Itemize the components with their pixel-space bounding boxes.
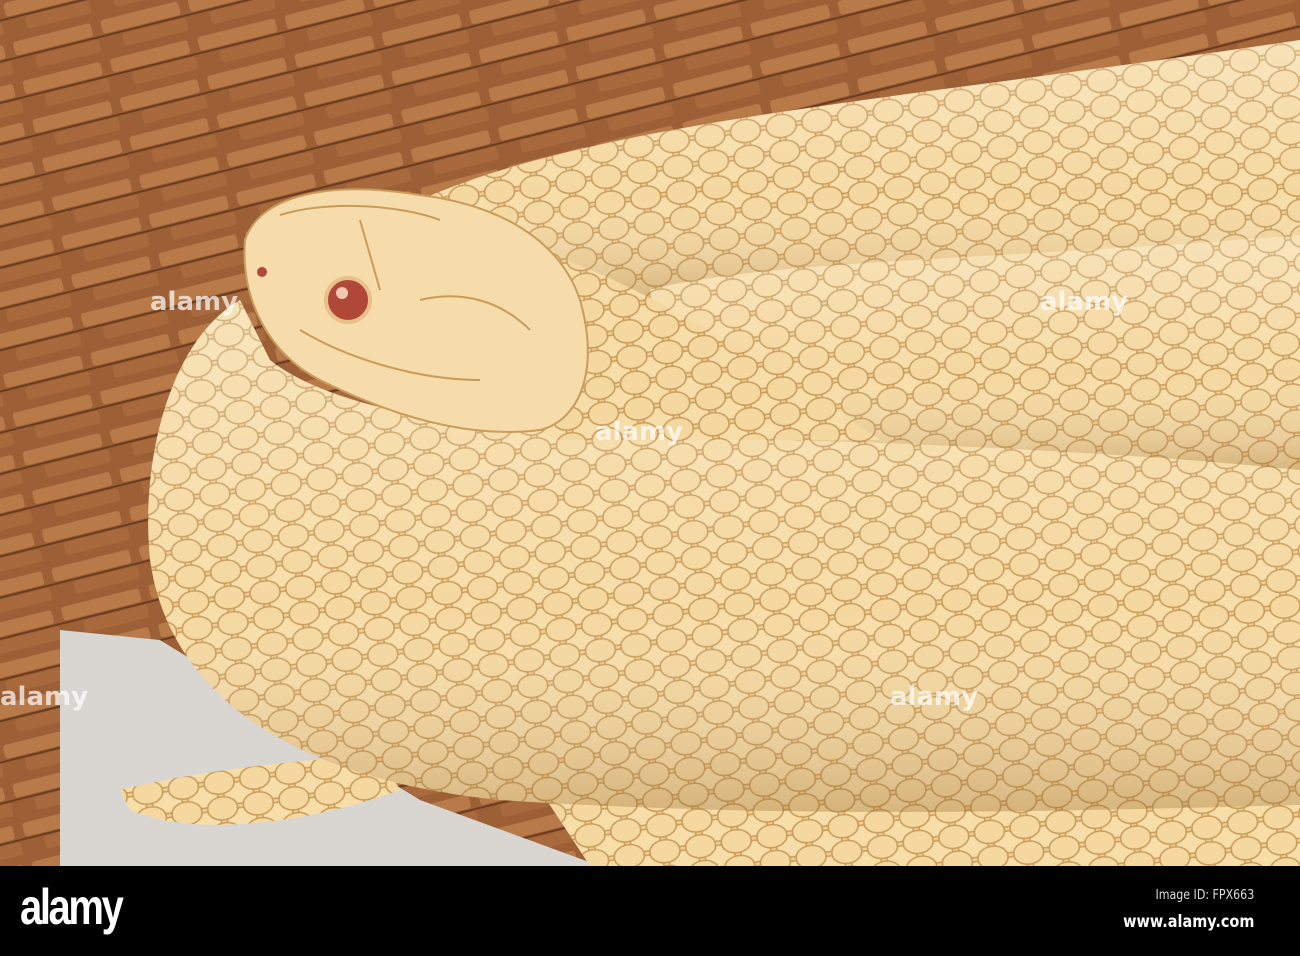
image-id: Image ID: FPX663 [1155, 888, 1254, 903]
footer-bar: alamy Image ID: FPX663 www.alamy.com [0, 866, 1300, 956]
svg-text:alamy: alamy [890, 682, 978, 712]
snake-photo: alamy alamy alamy alamy alamy [0, 0, 1300, 866]
alamy-logo: alamy [20, 879, 124, 935]
site-url[interactable]: www.alamy.com [1123, 912, 1254, 932]
svg-text:alamy: alamy [150, 287, 238, 317]
svg-text:alamy: alamy [595, 417, 683, 447]
stock-photo: alamy alamy alamy alamy alamy alamy Imag… [0, 0, 1300, 956]
svg-text:alamy: alamy [1040, 287, 1128, 317]
svg-text:alamy: alamy [0, 682, 88, 712]
snake-eye [324, 276, 372, 324]
